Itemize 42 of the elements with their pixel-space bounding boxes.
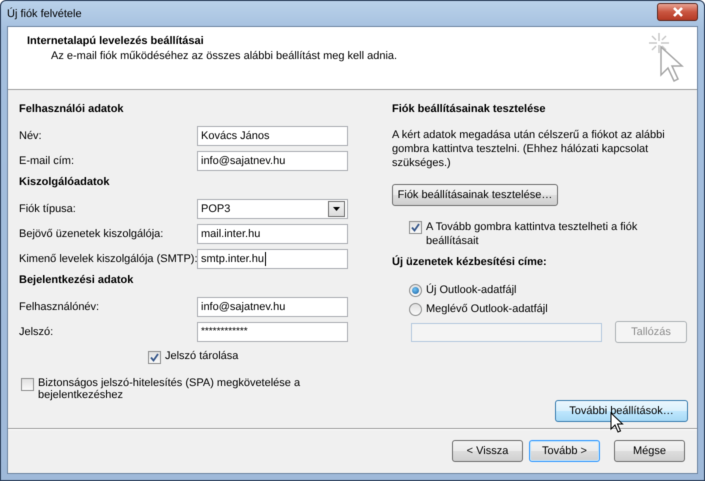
more-settings-button[interactable]: További beállítások… xyxy=(555,400,688,422)
field-label: Név: xyxy=(19,130,43,142)
input-field[interactable]: info@sajatnev.hu xyxy=(197,150,348,170)
dialog-button[interactable]: Tovább > xyxy=(529,440,600,462)
dialog-button[interactable]: Mégse xyxy=(614,440,685,462)
checkbox[interactable] xyxy=(21,378,34,391)
checkbox[interactable] xyxy=(148,351,161,364)
checkbox-label: Biztonságos jelszó-hitelesítés (SPA) megkövetelése a bejelentkezéshez xyxy=(38,377,302,401)
close-icon xyxy=(670,6,684,16)
header-subtitle: Az e-mail fiók működéséhez az összes alábbi beállítást meg kell adnia. xyxy=(50,50,398,62)
field-label: Kimenő levelek kiszolgálója (SMTP): xyxy=(19,252,197,264)
cursor-sparkle-icon xyxy=(647,31,685,83)
window-title: Új fiók felvétele xyxy=(7,8,82,20)
input-field[interactable]: mail.inter.hu xyxy=(197,224,348,244)
checkbox[interactable] xyxy=(409,221,422,234)
close-button[interactable] xyxy=(657,2,698,20)
header-title: Internetalapú levelezés beállításai xyxy=(27,35,205,47)
field-label: Bejövő üzenetek kiszolgálója: xyxy=(19,228,164,240)
input-field[interactable]: info@sajatnev.hu xyxy=(197,296,348,316)
field-label: Fiók típusa: xyxy=(19,202,77,214)
description-text: A kért adatok megadása után célszerű a fiókot az alábbi gombra kattintva tesztelni. (Ehhez hálózati kapcsolat szükséges.) xyxy=(392,128,666,170)
input-field[interactable]: Kovács János xyxy=(197,126,348,146)
section-heading: Felhasználói adatok xyxy=(19,103,125,117)
password-field[interactable]: ************ xyxy=(197,322,348,342)
radio-button[interactable] xyxy=(409,302,422,316)
field-label: E-mail cím: xyxy=(19,154,75,166)
test-settings-button[interactable]: Fiók beállításainak tesztelése… xyxy=(392,184,558,206)
input-field[interactable]: smtp.inter.hu xyxy=(197,248,348,268)
radio-label: Meglévő Outlook-adatfájl xyxy=(426,303,548,315)
file-path-field[interactable] xyxy=(411,322,602,342)
dialog-button[interactable]: < Vissza xyxy=(452,440,523,462)
section-heading: Bejelentkezési adatok xyxy=(19,274,134,288)
section-heading: Kiszolgálóadatok xyxy=(19,176,110,190)
radio-button[interactable] xyxy=(409,284,422,296)
field-label: Felhasználónév: xyxy=(19,300,100,312)
radio-label: Új Outlook-adatfájl xyxy=(426,284,516,296)
field-label: Jelszó: xyxy=(19,326,54,338)
checkbox-label: Jelszó tárolása xyxy=(165,350,238,362)
account-type-dropdown[interactable]: POP3 xyxy=(197,198,348,218)
section-heading: Fiók beállításainak tesztelése xyxy=(392,103,546,117)
checkbox-label: A Tovább gombra kattintva tesztelheti a fiók beállításait xyxy=(426,220,638,248)
section-heading: Új üzenetek kézbesítési címe: xyxy=(392,256,548,270)
